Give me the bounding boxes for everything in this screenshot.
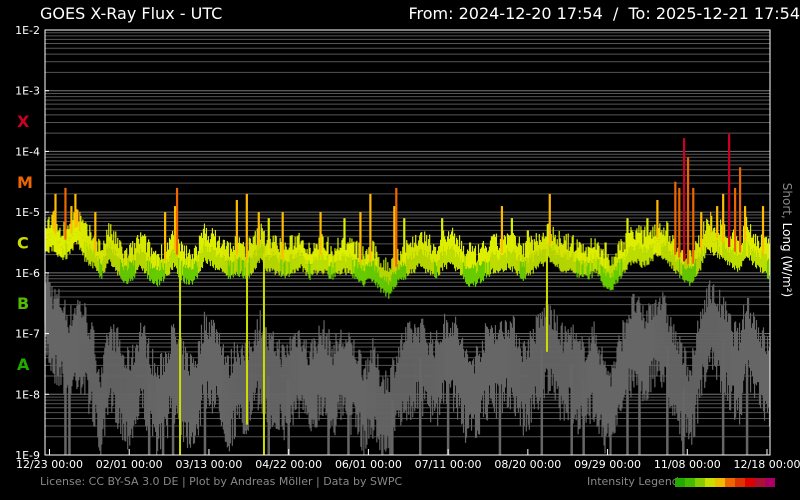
y-tick-label: 1E-4 — [15, 145, 40, 158]
x-tick-label: 12/18 00:00 — [734, 458, 800, 471]
legend-swatch — [745, 478, 755, 487]
x-tick-label: 11/08 00:00 — [654, 458, 721, 471]
y-tick-label: 1E-6 — [15, 267, 40, 280]
y-tick-label: 1E-7 — [15, 328, 40, 341]
y-tick-label: 1E-8 — [15, 388, 40, 401]
x-tick-label: 04/22 00:00 — [255, 458, 322, 471]
legend-swatch — [715, 478, 725, 487]
y-axis-label: Short, Long (W/m²) — [780, 183, 794, 297]
x-tick-label: 07/11 00:00 — [415, 458, 482, 471]
legend-swatch — [755, 478, 765, 487]
flare-class-label: M — [17, 173, 33, 192]
x-tick-label: 08/20 00:00 — [494, 458, 561, 471]
xray-flux-chart: 1E-21E-31E-41E-51E-61E-71E-81E-9XMCBA12/… — [15, 24, 800, 471]
x-tick-label: 06/01 00:00 — [335, 458, 402, 471]
y-tick-label: 1E-5 — [15, 206, 40, 219]
x-tick-label: 03/13 00:00 — [175, 458, 242, 471]
y-axis-label-long: Long (W/m²) — [780, 222, 794, 298]
y-tick-label: 1E-3 — [15, 85, 40, 98]
intensity-legend-label: Intensity Legend — [587, 475, 679, 488]
flare-class-label: A — [17, 355, 30, 374]
flare-class-label: C — [17, 234, 29, 253]
flare-class-label: B — [17, 294, 29, 313]
legend-swatch — [765, 478, 775, 487]
license-text: License: CC BY-SA 3.0 DE | Plot by Andre… — [40, 475, 403, 488]
legend-swatch — [675, 478, 685, 487]
x-tick-label: 12/23 00:00 — [16, 458, 83, 471]
y-tick-label: 1E-2 — [15, 24, 40, 37]
legend-swatch — [705, 478, 715, 487]
legend-swatch — [695, 478, 705, 487]
y-axis-label-short: Short, — [780, 182, 794, 219]
legend-swatch — [725, 478, 735, 487]
intensity-legend — [675, 478, 775, 487]
legend-swatch — [685, 478, 695, 487]
flare-class-label: X — [17, 112, 30, 131]
legend-swatch — [735, 478, 745, 487]
x-tick-label: 09/29 00:00 — [574, 458, 641, 471]
x-tick-label: 02/01 00:00 — [96, 458, 163, 471]
